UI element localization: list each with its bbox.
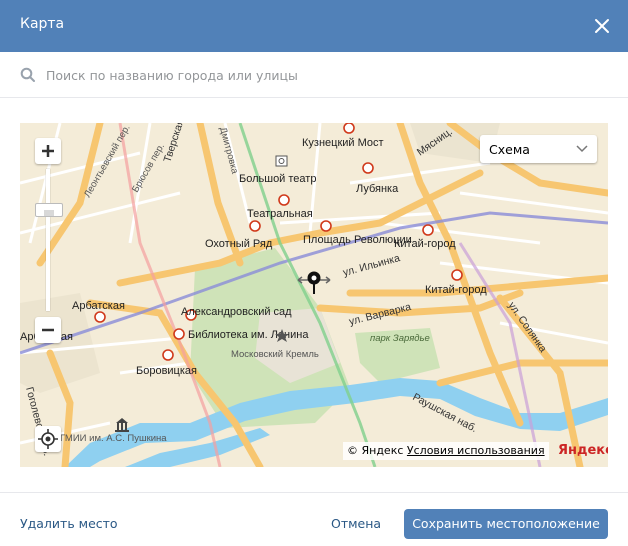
copyright-text: © Яндекс [347, 444, 404, 457]
close-icon[interactable] [592, 16, 612, 36]
label-borovitskaya: Боровицкая [136, 365, 197, 377]
label-arbatskaya-1: Арбатская [72, 300, 125, 312]
label-bolshoy-teatr: Большой театр [239, 173, 316, 185]
zoom-in-button[interactable] [35, 138, 61, 164]
search-icon [20, 67, 35, 82]
search-bar [0, 52, 628, 98]
dialog-header: Карта [0, 0, 628, 52]
theater-icon [275, 155, 288, 167]
save-location-button[interactable]: Сохранить местоположение [404, 509, 608, 539]
dialog-footer: Удалить место Отмена Сохранить местополо… [0, 492, 628, 546]
zoom-out-button[interactable] [35, 317, 61, 343]
map-copyright: © Яндекс Условия использования [343, 442, 549, 460]
geolocation-button[interactable] [35, 426, 61, 452]
grip-icon [44, 210, 54, 216]
label-teatralnaya: Театральная [247, 208, 313, 220]
dialog-title: Карта [20, 16, 65, 32]
label-aleksandrovsky-sad: Александровский сад [181, 306, 292, 318]
cancel-button[interactable]: Отмена [331, 516, 381, 531]
label-biblioteka-lenina: Библиотека им. Ленина [188, 329, 309, 341]
terms-link[interactable]: Условия использования [407, 444, 545, 457]
label-pushkin-museum: ГМИИ им. А.С. Пушкина [60, 433, 167, 444]
yandex-logo: Яндекс [558, 443, 608, 458]
search-input[interactable] [46, 64, 606, 86]
map-view[interactable]: Кузнецкий Мост Лубянка Театральная Охотн… [20, 123, 608, 467]
label-park-zaryadye: парк Зарядье [370, 333, 430, 344]
map-dialog: Карта Поиск по названию города или улицы… [0, 0, 628, 545]
map-canvas[interactable]: Кузнецкий Мост Лубянка Театральная Охотн… [20, 123, 608, 467]
label-kitay-gorod-1: Китай-город [394, 238, 456, 250]
label-lubyanka: Лубянка [356, 183, 399, 195]
label-okhotny-ryad: Охотный Ряд [205, 238, 273, 250]
delete-place-link[interactable]: Удалить место [20, 516, 118, 531]
label-kuznetsky-most: Кузнецкий Мост [302, 137, 384, 149]
map-type-selector[interactable]: Схема [480, 135, 597, 163]
zoom-slider-handle[interactable] [35, 203, 63, 217]
zoom-slider-track[interactable] [46, 169, 50, 311]
chevron-down-icon [576, 145, 588, 153]
label-kitay-gorod-2: Китай-город [425, 284, 487, 296]
map-type-label: Схема [489, 142, 530, 157]
label-kremlin: Московский Кремль [231, 349, 319, 360]
